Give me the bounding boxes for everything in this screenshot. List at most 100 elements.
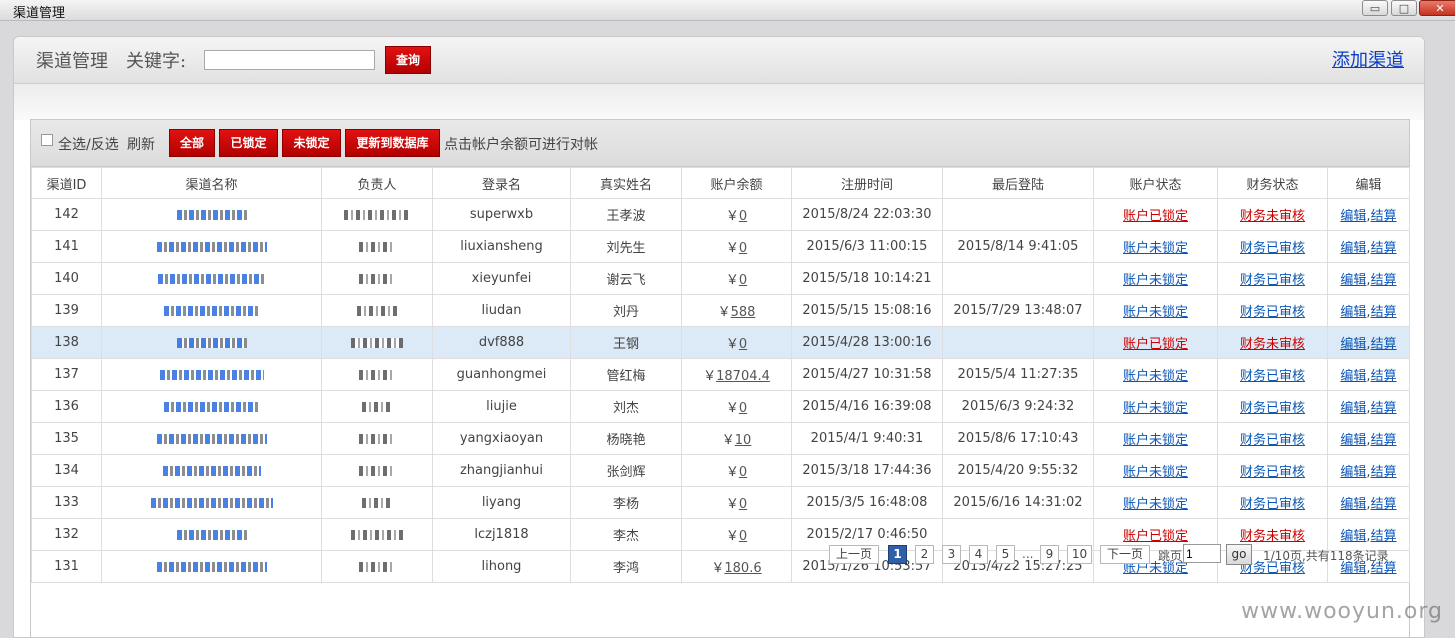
- settle-link[interactable]: 结算: [1371, 497, 1397, 512]
- account-status-link[interactable]: 账户未锁定: [1123, 401, 1188, 416]
- cell-channel-name[interactable]: [101, 454, 322, 487]
- edit-link[interactable]: 编辑: [1340, 273, 1366, 288]
- cell-channel-name[interactable]: [101, 358, 322, 391]
- settle-link[interactable]: 结算: [1371, 369, 1397, 384]
- table-row: 134 zhangjianhui 张剑辉 ￥0 2015/3/18 17:44:36 20…: [31, 454, 1410, 487]
- redacted-channel-name: [150, 497, 273, 508]
- cell-last-login: 2015/4/20 9:55:32: [942, 454, 1094, 487]
- search-button[interactable]: 查询: [385, 46, 431, 74]
- cell-login: guanhongmei: [432, 358, 571, 391]
- cell-channel-name[interactable]: [101, 422, 322, 455]
- account-status-link[interactable]: 账户未锁定: [1123, 241, 1188, 256]
- finance-status-link[interactable]: 财务已审核: [1240, 497, 1305, 512]
- edit-link[interactable]: 编辑: [1340, 401, 1366, 416]
- page-5-button[interactable]: 5: [996, 545, 1015, 564]
- account-status-link[interactable]: 账户已锁定: [1123, 337, 1188, 352]
- finance-status-link[interactable]: 财务未审核: [1240, 337, 1305, 352]
- account-status-link[interactable]: 账户未锁定: [1123, 465, 1188, 480]
- balance-link[interactable]: 0: [739, 337, 747, 352]
- finance-status-link[interactable]: 财务已审核: [1240, 401, 1305, 416]
- cell-channel-id: 135: [31, 422, 102, 455]
- select-all-checkbox[interactable]: [41, 134, 53, 146]
- edit-link[interactable]: 编辑: [1340, 369, 1366, 384]
- page-2-button[interactable]: 2: [915, 545, 934, 564]
- add-channel-link[interactable]: 添加渠道: [1332, 46, 1404, 72]
- finance-status-link[interactable]: 财务已审核: [1240, 465, 1305, 480]
- finance-status-link[interactable]: 财务未审核: [1240, 209, 1305, 224]
- select-all-label[interactable]: 全选/反选: [58, 134, 119, 154]
- balance-link[interactable]: 0: [739, 241, 747, 256]
- redacted-channel-name: [176, 529, 247, 540]
- filter-unlocked-button[interactable]: 未锁定: [282, 129, 341, 157]
- close-button[interactable]: ✕: [1419, 0, 1455, 16]
- settle-link[interactable]: 结算: [1371, 273, 1397, 288]
- minimize-button[interactable]: ▭: [1362, 0, 1388, 16]
- cell-channel-name[interactable]: [101, 294, 322, 327]
- settle-link[interactable]: 结算: [1371, 337, 1397, 352]
- finance-status-link[interactable]: 财务已审核: [1240, 273, 1305, 288]
- cell-finance-status: 财务未审核: [1217, 326, 1328, 359]
- edit-link[interactable]: 编辑: [1340, 337, 1366, 352]
- filter-locked-button[interactable]: 已锁定: [219, 129, 278, 157]
- next-page-button[interactable]: 下一页: [1100, 545, 1150, 564]
- page-4-button[interactable]: 4: [969, 545, 988, 564]
- page-1-button[interactable]: 1: [888, 545, 907, 564]
- account-status-link[interactable]: 账户未锁定: [1123, 433, 1188, 448]
- balance-link[interactable]: 0: [739, 273, 747, 288]
- cell-real-name: 杨晓艳: [570, 422, 682, 455]
- settle-link[interactable]: 结算: [1371, 305, 1397, 320]
- cell-channel-name[interactable]: [101, 262, 322, 295]
- cell-finance-status: 财务已审核: [1217, 486, 1328, 519]
- account-status-link[interactable]: 账户已锁定: [1123, 209, 1188, 224]
- page-3-button[interactable]: 3: [942, 545, 961, 564]
- update-database-button[interactable]: 更新到数据库: [345, 129, 440, 157]
- cell-channel-name[interactable]: [101, 486, 322, 519]
- settle-link[interactable]: 结算: [1371, 401, 1397, 416]
- edit-link[interactable]: 编辑: [1340, 209, 1366, 224]
- maximize-button[interactable]: □: [1391, 0, 1417, 16]
- jump-page-input[interactable]: [1183, 544, 1221, 563]
- keyword-input[interactable]: [204, 50, 375, 70]
- settle-link[interactable]: 结算: [1371, 241, 1397, 256]
- filter-all-button[interactable]: 全部: [169, 129, 215, 157]
- account-status-link[interactable]: 账户未锁定: [1123, 305, 1188, 320]
- cell-channel-name[interactable]: [101, 390, 322, 423]
- cell-account-status: 账户未锁定: [1093, 390, 1218, 423]
- account-status-link[interactable]: 账户未锁定: [1123, 497, 1188, 512]
- page-9-button[interactable]: 9: [1040, 545, 1059, 564]
- finance-status-link[interactable]: 财务已审核: [1240, 433, 1305, 448]
- balance-link[interactable]: 10: [735, 433, 752, 448]
- page-10-button[interactable]: 10: [1067, 545, 1092, 564]
- finance-status-link[interactable]: 财务已审核: [1240, 305, 1305, 320]
- cell-channel-name[interactable]: [101, 198, 322, 231]
- balance-link[interactable]: 0: [739, 497, 747, 512]
- cell-login: dvf888: [432, 326, 571, 359]
- cell-owner: [321, 358, 433, 391]
- balance-link[interactable]: 18704.4: [716, 369, 770, 384]
- edit-link[interactable]: 编辑: [1340, 305, 1366, 320]
- go-button[interactable]: go: [1226, 544, 1252, 565]
- edit-link[interactable]: 编辑: [1340, 241, 1366, 256]
- cell-edit: 编辑,结算: [1327, 262, 1410, 295]
- balance-link[interactable]: 0: [739, 209, 747, 224]
- edit-link[interactable]: 编辑: [1340, 433, 1366, 448]
- refresh-link[interactable]: 刷新: [127, 134, 155, 154]
- cell-channel-name[interactable]: [101, 326, 322, 359]
- settle-link[interactable]: 结算: [1371, 465, 1397, 480]
- balance-link[interactable]: 588: [731, 305, 756, 320]
- cell-channel-name[interactable]: [101, 230, 322, 263]
- col-last-login: 最后登陆: [942, 167, 1094, 199]
- account-status-link[interactable]: 账户未锁定: [1123, 273, 1188, 288]
- finance-status-link[interactable]: 财务已审核: [1240, 369, 1305, 384]
- cell-last-login: 2015/6/3 9:24:32: [942, 390, 1094, 423]
- prev-page-button[interactable]: 上一页: [829, 545, 879, 564]
- settle-link[interactable]: 结算: [1371, 209, 1397, 224]
- settle-link[interactable]: 结算: [1371, 433, 1397, 448]
- edit-link[interactable]: 编辑: [1340, 465, 1366, 480]
- account-status-link[interactable]: 账户未锁定: [1123, 369, 1188, 384]
- redacted-owner: [362, 401, 392, 412]
- balance-link[interactable]: 0: [739, 465, 747, 480]
- finance-status-link[interactable]: 财务已审核: [1240, 241, 1305, 256]
- balance-link[interactable]: 0: [739, 401, 747, 416]
- edit-link[interactable]: 编辑: [1340, 497, 1366, 512]
